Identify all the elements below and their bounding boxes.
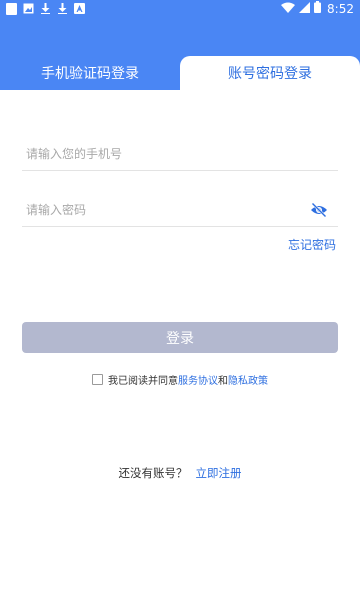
agreement-and: 和 <box>218 376 228 387</box>
status-bar: 8:52 <box>0 0 360 17</box>
login-button-label: 登录 <box>166 330 194 347</box>
app-square-icon <box>6 2 17 15</box>
tab-password-login-label: 账号密码登录 <box>228 66 312 82</box>
privacy-policy-link[interactable]: 隐私政策 <box>228 372 268 387</box>
tab-sms-login[interactable]: 手机验证码登录 <box>0 56 180 89</box>
image-icon <box>23 3 34 14</box>
agreement-checkbox[interactable] <box>92 374 103 385</box>
tab-password-login[interactable]: 账号密码登录 <box>180 56 360 90</box>
password-field-container <box>22 193 338 227</box>
login-button[interactable]: 登录 <box>22 322 338 353</box>
service-agreement-link[interactable]: 服务协议 <box>178 372 218 387</box>
agreement-prefix: 我已阅读并同意 <box>108 376 178 387</box>
eye-off-icon[interactable] <box>310 202 328 218</box>
battery-icon <box>314 1 322 16</box>
download-icon <box>57 3 68 14</box>
register-link[interactable]: 立即注册 <box>196 465 242 481</box>
forgot-password-link[interactable]: 忘记密码 <box>288 236 336 253</box>
signal-icon <box>299 1 311 16</box>
font-icon <box>74 3 85 14</box>
status-time: 8:52 <box>327 1 354 16</box>
agreement-row: 我已阅读并同意 服务协议 和 隐私政策 <box>0 372 360 387</box>
register-prompt: 还没有账号？ <box>118 466 188 480</box>
phone-input[interactable] <box>22 146 338 161</box>
password-input[interactable] <box>22 202 338 217</box>
register-row: 还没有账号？ 立即注册 <box>0 465 360 481</box>
download-icon <box>40 3 51 14</box>
phone-field-container <box>22 137 338 171</box>
wifi-icon <box>281 2 296 16</box>
tab-sms-login-label: 手机验证码登录 <box>41 65 139 82</box>
